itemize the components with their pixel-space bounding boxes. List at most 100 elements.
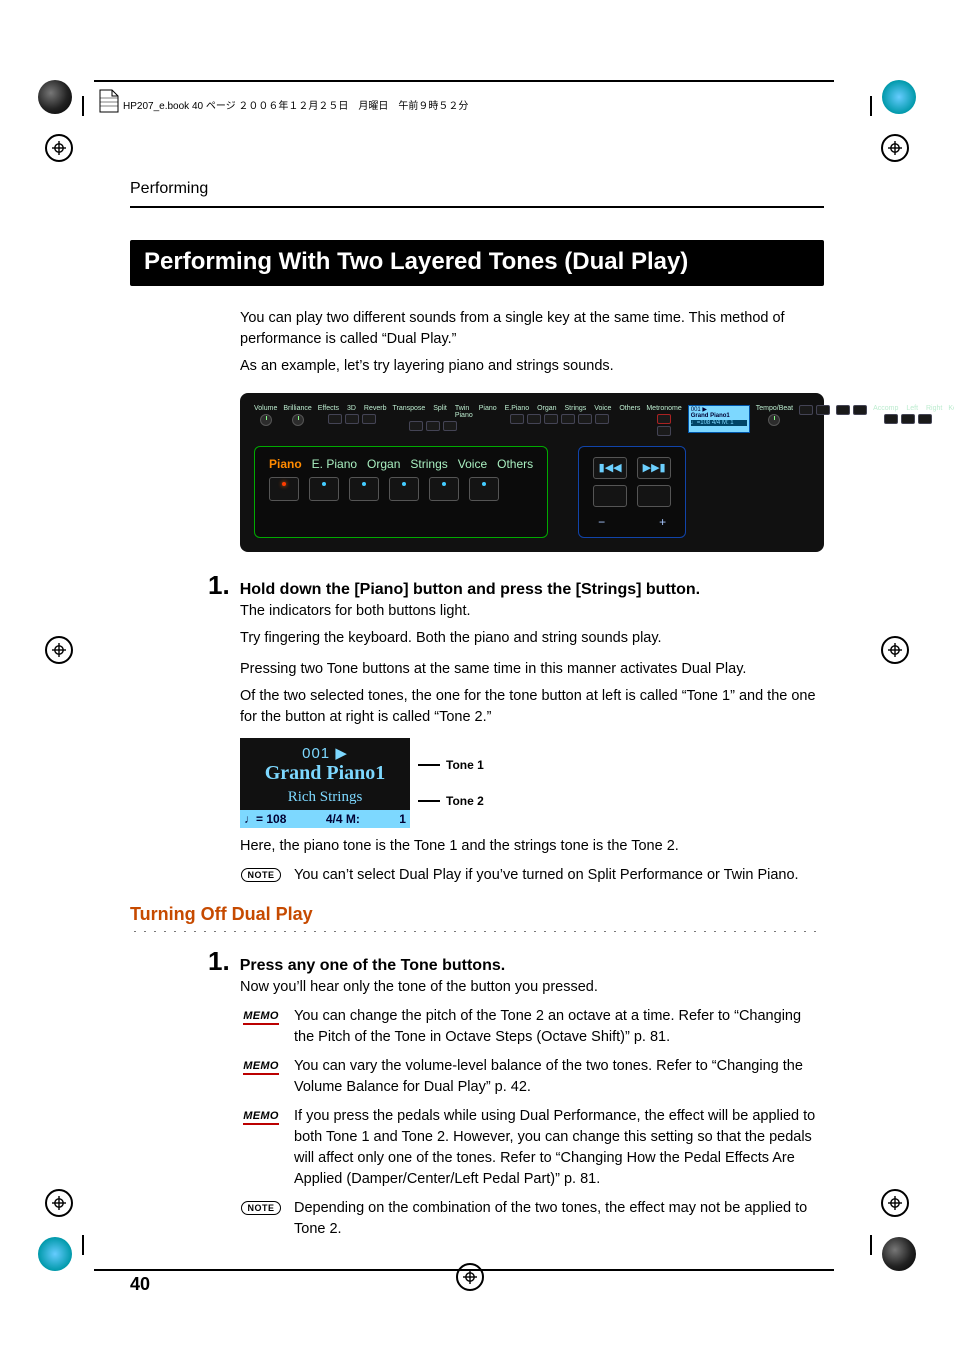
memo-tag: MEMO — [243, 1110, 278, 1125]
callout-tone2: Tone 2 — [418, 794, 484, 808]
tone-button-strings — [389, 477, 419, 501]
paragraph: Now you’ll hear only the tone of the but… — [240, 977, 824, 998]
memo-text: You can vary the volume-level balance of… — [294, 1056, 824, 1098]
next-button: ▶▶▮ — [637, 457, 671, 479]
paragraph: As an example, let’s try layering piano … — [240, 356, 824, 377]
step-number: 1. — [208, 946, 230, 977]
lcd-row-tone1: Grand Piano1 — [240, 762, 410, 787]
panel-button — [443, 421, 457, 431]
callout-tone1: Tone 1 — [418, 758, 484, 772]
label: Metronome — [646, 405, 681, 412]
tone-label: Organ — [367, 457, 400, 471]
step-2: 1. Press any one of the Tone buttons. — [208, 946, 824, 977]
callout-label: Tone 2 — [446, 794, 484, 808]
memo-block: MEMO You can change the pitch of the Ton… — [240, 1006, 824, 1048]
lcd-beat: 4/4 M: — [326, 812, 360, 826]
memo-block: MEMO You can vary the volume-level balan… — [240, 1056, 824, 1098]
memo-text: If you press the pedals while using Dual… — [294, 1106, 824, 1190]
step-1: 1. Hold down the [Piano] button and pres… — [208, 570, 824, 601]
registration-mark — [881, 134, 909, 162]
panel-button — [426, 421, 440, 431]
panel-button — [362, 414, 376, 424]
crop-line — [870, 96, 872, 116]
registration-mark — [45, 1189, 73, 1217]
panel-button — [799, 405, 813, 415]
crop-line — [82, 96, 84, 116]
rule — [130, 206, 824, 208]
panel-button — [918, 414, 932, 424]
registration-mark — [881, 636, 909, 664]
lcd-line: ♩=108 4/4 M: 1 — [691, 420, 747, 427]
memo-tag: MEMO — [243, 1010, 278, 1025]
paragraph: Here, the piano tone is the Tone 1 and t… — [240, 836, 824, 857]
panel-button — [657, 426, 671, 436]
label: Strings — [565, 405, 587, 412]
tone-button-piano — [269, 477, 299, 501]
panel-button — [561, 414, 575, 424]
section-title: Performing With Two Layered Tones (Dual … — [130, 240, 824, 286]
subsection-heading: Turning Off Dual Play — [130, 904, 824, 925]
note-block: NOTE Depending on the combination of the… — [240, 1198, 824, 1240]
panel-button — [345, 414, 359, 424]
label: Left — [906, 405, 918, 412]
label: Transpose — [392, 405, 425, 419]
panel-button — [595, 414, 609, 424]
label: Twin Piano — [455, 405, 473, 419]
registration-mark — [45, 636, 73, 664]
panel-button — [328, 414, 342, 424]
panel-button — [884, 414, 898, 424]
memo-tag: MEMO — [243, 1060, 278, 1075]
panel-button — [901, 414, 915, 424]
note-tag: NOTE — [241, 1201, 280, 1215]
lcd-row-tone2: Rich Strings — [240, 787, 410, 810]
label: Others — [619, 405, 640, 412]
tone-button-epiano — [309, 477, 339, 501]
crop-disc-tl — [38, 80, 72, 114]
label: Piano — [479, 405, 497, 412]
crop-line — [82, 1235, 84, 1255]
lcd-line: Grand Piano1 — [691, 413, 747, 420]
tone-button-others — [469, 477, 499, 501]
tone-label: Others — [497, 457, 533, 471]
panel-button — [836, 405, 850, 415]
plus-label: + — [659, 515, 666, 529]
book-icon — [98, 88, 120, 114]
step-text: Hold down the [Piano] button and press t… — [240, 581, 700, 599]
label: Volume — [254, 405, 277, 412]
panel-button — [409, 421, 423, 431]
step-number: 1. — [208, 570, 230, 601]
crop-disc-tr — [882, 80, 916, 114]
dotted-rule — [130, 931, 824, 932]
callout-label: Tone 1 — [446, 758, 484, 772]
label: Voice — [594, 405, 611, 412]
lcd-row: 001 ▶ — [240, 738, 410, 762]
paragraph: Try fingering the keyboard. Both the pia… — [240, 628, 824, 649]
crop-line — [94, 1269, 834, 1271]
panel-button — [657, 414, 671, 424]
registration-mark — [45, 134, 73, 162]
lcd-screen: 001 ▶ Grand Piano1 Rich Strings ♩= 108 4… — [240, 738, 410, 828]
lcd-line: 001 ▶ — [691, 407, 747, 414]
label: Split — [433, 405, 447, 419]
panel-top-row: Volume Brilliance Effects 3D Reverb Tran… — [254, 405, 810, 436]
page-number: 40 — [130, 1274, 824, 1295]
paragraph: The indicators for both buttons light. — [240, 601, 824, 622]
nav-buttons-callout: ▮◀◀ ▶▶▮ − + — [578, 446, 686, 538]
label: KeyTouch — [948, 405, 954, 412]
paragraph: You can play two different sounds from a… — [240, 308, 824, 350]
tone-label-piano: Piano — [269, 457, 302, 471]
paragraph: Of the two selected tones, the one for t… — [240, 686, 824, 728]
panel-button — [578, 414, 592, 424]
note-tag: NOTE — [241, 868, 280, 882]
panel-button — [816, 405, 830, 415]
panel-lcd-small: 001 ▶ Grand Piano1 ♩=108 4/4 M: 1 — [688, 405, 750, 433]
page-content: Performing Performing With Two Layered T… — [130, 180, 824, 1221]
label: Reverb — [364, 405, 387, 412]
crop-line — [870, 1235, 872, 1255]
tone-button-organ — [349, 477, 379, 501]
lcd-measure: 1 — [399, 812, 406, 826]
note-text: Depending on the combination of the two … — [294, 1198, 824, 1240]
panel-button — [527, 414, 541, 424]
lcd-tempo: ♩= 108 — [244, 812, 286, 826]
panel-button — [510, 414, 524, 424]
